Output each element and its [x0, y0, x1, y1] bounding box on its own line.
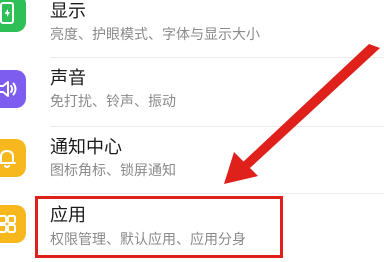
settings-item-notification-center[interactable]: 通知中心 图标角标、锁屏通知 [0, 128, 384, 194]
divider [50, 57, 384, 58]
divider [50, 126, 384, 127]
settings-item-sound[interactable]: 声音 免打扰、铃声、振动 [0, 62, 384, 128]
settings-item-display[interactable]: 显示 亮度、护眼模式、字体与显示大小 [0, 0, 384, 62]
highlight-box [35, 196, 283, 258]
settings-item-title: 显示 [50, 1, 86, 22]
bell-icon [0, 139, 26, 177]
apps-icon [0, 205, 26, 243]
display-icon [0, 0, 26, 32]
settings-item-title: 通知中心 [50, 137, 122, 158]
settings-item-subtitle: 图标角标、锁屏通知 [50, 163, 176, 179]
sound-icon [0, 70, 26, 108]
settings-item-subtitle: 免打扰、铃声、振动 [50, 94, 176, 110]
settings-item-subtitle: 亮度、护眼模式、字体与显示大小 [50, 27, 260, 43]
settings-item-title: 声音 [50, 68, 86, 89]
